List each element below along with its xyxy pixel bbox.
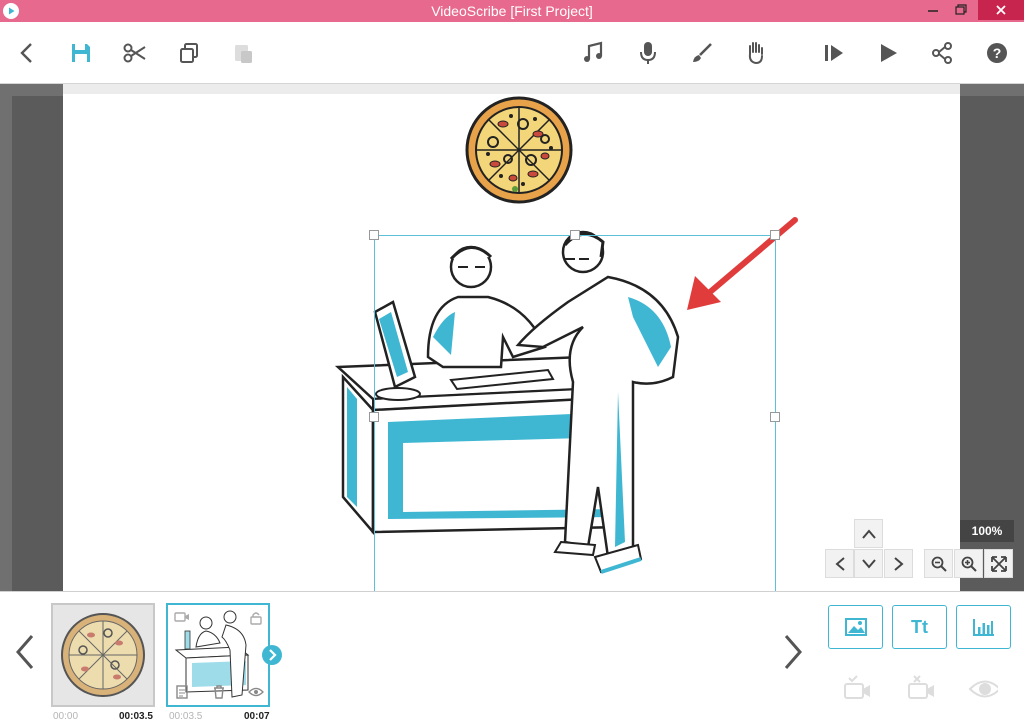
chevron-down-icon — [861, 558, 876, 569]
music-icon — [584, 41, 603, 62]
scene-thumbnail-selected[interactable] — [166, 603, 270, 707]
play-button[interactable] — [873, 38, 903, 68]
pan-up-button[interactable] — [854, 519, 883, 548]
microphone-icon — [640, 42, 656, 64]
scene-canvas[interactable] — [63, 94, 960, 591]
chevron-up-icon — [861, 528, 876, 539]
scene-timeline: 00:00 00:03.5 00:03.5 00:07 Tt — [0, 591, 1024, 728]
timeline-next-button[interactable] — [782, 632, 806, 677]
brush-icon — [693, 43, 712, 62]
preview-eye-icon[interactable] — [248, 687, 264, 697]
back-icon — [20, 43, 32, 63]
chevron-left-icon — [16, 635, 34, 669]
hand-tool-button[interactable] — [741, 38, 771, 68]
pan-right-button[interactable] — [884, 549, 913, 578]
left-ruler — [0, 84, 12, 591]
share-button[interactable] — [927, 38, 957, 68]
text-icon: Tt — [911, 616, 928, 637]
scene-thumbnail[interactable] — [51, 603, 155, 707]
svg-text:?: ? — [993, 45, 1002, 61]
paste-button[interactable] — [228, 38, 258, 68]
preview-eye-icon[interactable] — [968, 674, 998, 704]
chevron-right-icon — [269, 649, 277, 661]
pan-left-button[interactable] — [825, 549, 854, 578]
title-bar: VideoScribe [First Project] — [0, 0, 1024, 22]
save-button[interactable] — [66, 38, 96, 68]
scene-duration: 00:03.5 — [119, 711, 153, 722]
main-toolbar: ? — [0, 22, 1024, 84]
selection-box[interactable] — [369, 230, 780, 591]
help-icon: ? — [987, 43, 1007, 63]
copy-icon — [180, 43, 198, 63]
zoom-in-button[interactable] — [954, 549, 983, 578]
play-from-button[interactable] — [819, 38, 849, 68]
scene-start-time: 00:03.5 — [169, 711, 203, 722]
resize-handle[interactable] — [369, 412, 379, 422]
chart-icon — [972, 619, 994, 636]
scene-start-time: 00:00 — [53, 711, 79, 722]
delete-icon[interactable] — [212, 685, 226, 699]
add-image-button[interactable] — [828, 605, 883, 649]
add-text-button[interactable]: Tt — [892, 605, 947, 649]
fit-screen-button[interactable] — [984, 549, 1013, 578]
save-icon — [72, 44, 90, 62]
play-icon — [881, 44, 897, 62]
chevron-right-icon — [893, 556, 904, 571]
paste-icon — [235, 45, 252, 63]
resize-handle[interactable] — [770, 230, 780, 240]
restore-button[interactable] — [946, 0, 976, 20]
resize-handle[interactable] — [369, 230, 379, 240]
pizza-thumbnail — [61, 613, 145, 697]
resize-handle[interactable] — [570, 230, 580, 240]
scene-duration: 00:07 — [244, 711, 270, 722]
chevron-right-icon — [784, 635, 802, 669]
zoom-out-icon — [931, 556, 947, 572]
camera-remove-icon[interactable] — [906, 674, 936, 704]
pizza-image[interactable] — [463, 94, 575, 206]
close-button[interactable] — [978, 0, 1024, 20]
zoom-in-icon — [961, 556, 977, 572]
help-button[interactable]: ? — [982, 38, 1012, 68]
play-from-icon — [825, 45, 843, 61]
window-title: VideoScribe [First Project] — [431, 3, 593, 19]
camera-icon[interactable] — [174, 611, 190, 623]
chevron-left-icon — [834, 556, 845, 571]
resize-handle[interactable] — [770, 412, 780, 422]
expand-icon — [990, 555, 1007, 572]
share-icon — [932, 42, 952, 64]
lock-icon[interactable] — [250, 611, 262, 625]
canvas-ruler — [63, 84, 960, 97]
timeline-prev-button[interactable] — [12, 632, 36, 677]
stage-area: 100% — [0, 84, 1024, 591]
back-button[interactable] — [12, 38, 42, 68]
image-icon — [844, 618, 867, 636]
copy-button[interactable] — [174, 38, 204, 68]
zoom-out-button[interactable] — [924, 549, 953, 578]
minimize-button[interactable] — [918, 0, 948, 20]
pan-down-button[interactable] — [854, 549, 883, 578]
cut-icon — [123, 43, 146, 63]
brush-button[interactable] — [687, 38, 717, 68]
add-chart-button[interactable] — [956, 605, 1011, 649]
voiceover-button[interactable] — [633, 38, 663, 68]
zoom-level-label: 100% — [960, 520, 1014, 542]
scene-transition-button[interactable] — [262, 645, 282, 665]
music-button[interactable] — [578, 38, 608, 68]
camera-check-icon[interactable] — [842, 674, 872, 704]
cut-button[interactable] — [120, 38, 150, 68]
hand-icon — [748, 42, 763, 65]
notes-icon[interactable] — [176, 685, 188, 699]
